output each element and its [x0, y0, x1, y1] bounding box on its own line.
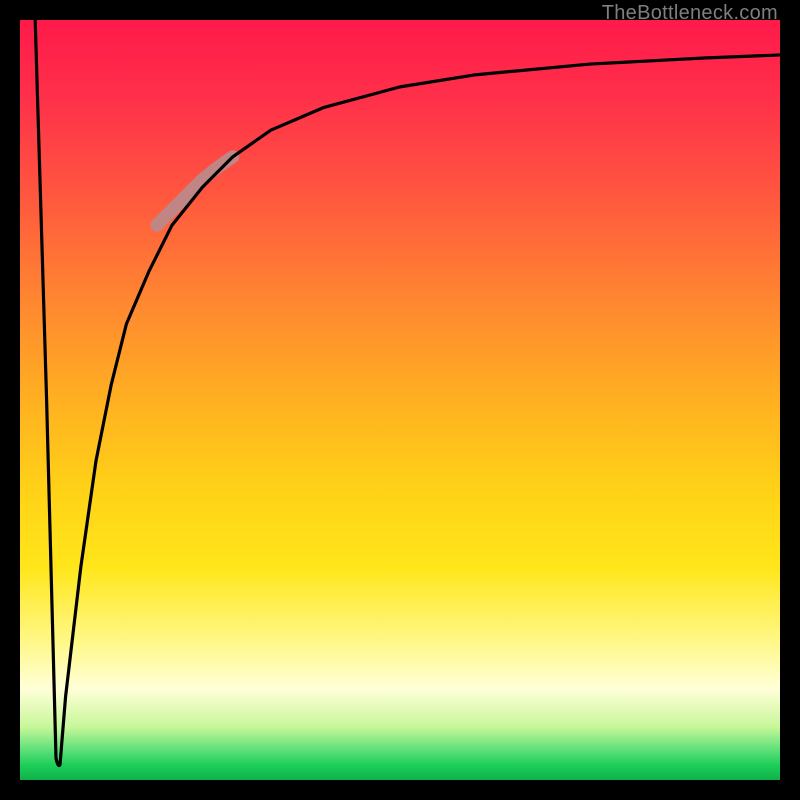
- chart-svg: [20, 20, 780, 780]
- bottleneck-curve: [35, 20, 780, 766]
- plot-area: [20, 20, 780, 780]
- chart-frame: TheBottleneck.com: [0, 0, 800, 800]
